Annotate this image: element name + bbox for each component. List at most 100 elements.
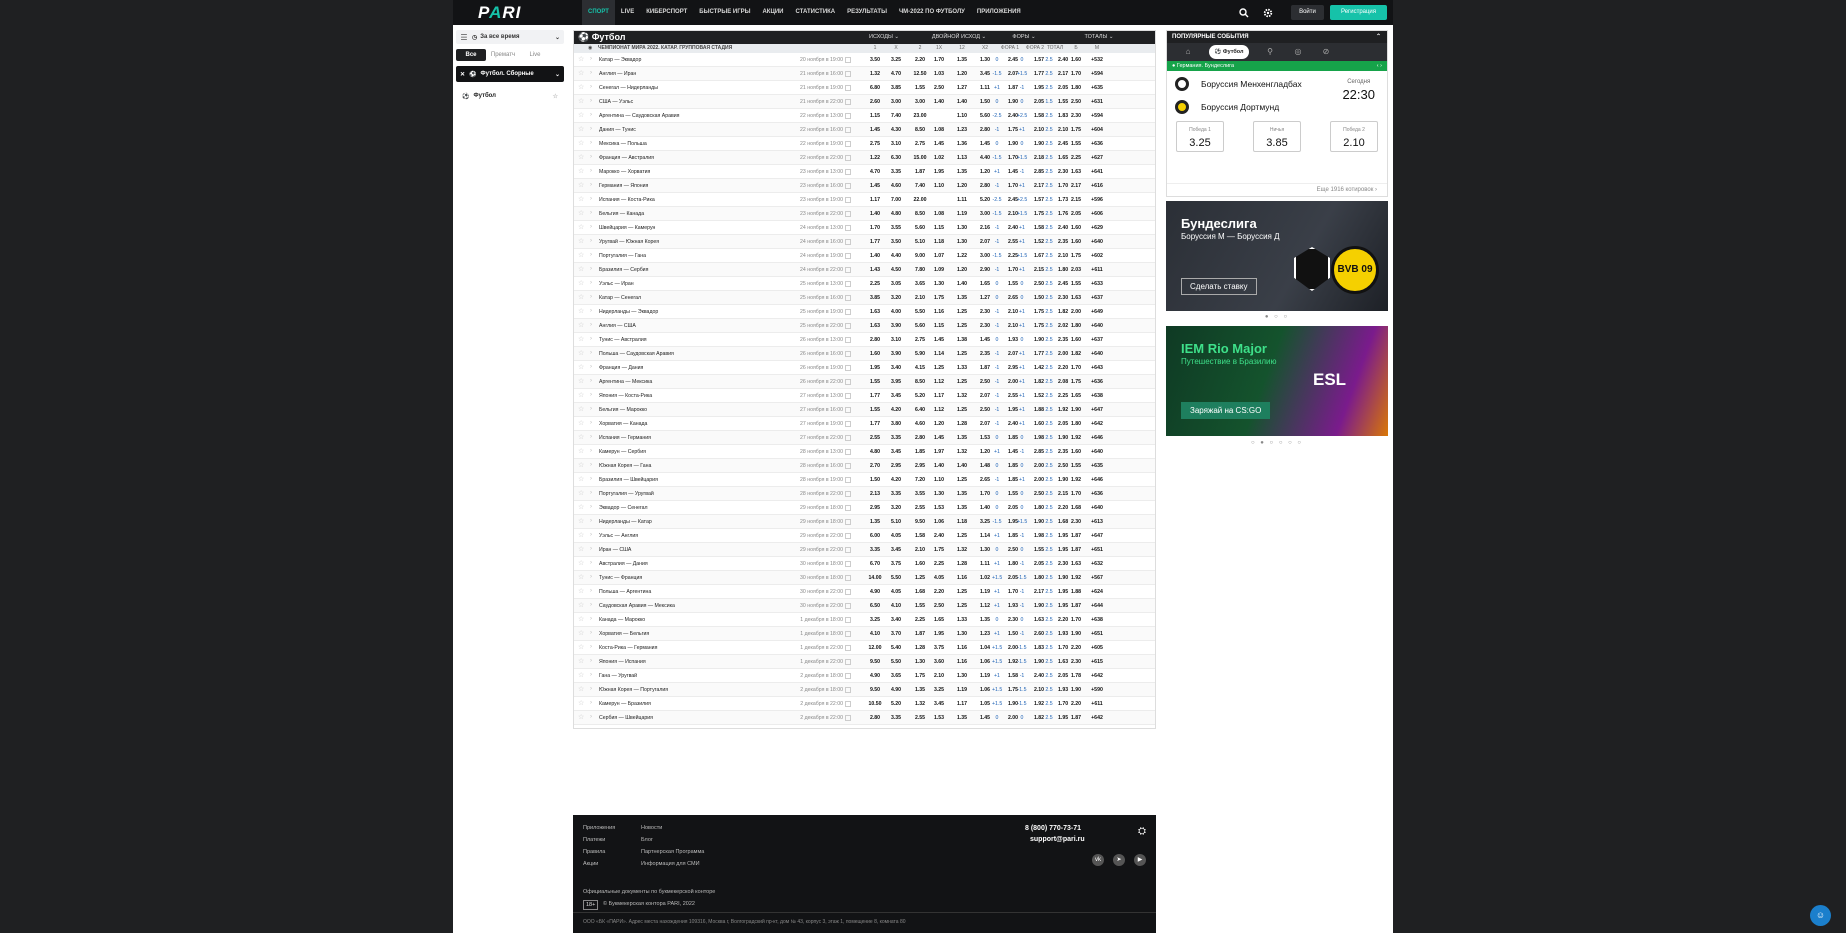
basketball-icon[interactable]: ◎ [1291,45,1305,59]
stats-icon[interactable] [845,239,851,245]
odds-cell[interactable]: 2.50 [1066,95,1086,109]
odds-cell[interactable]: 1.90 [1066,403,1086,417]
star-icon[interactable]: ☆ [578,56,584,63]
odds-cell[interactable]: 1.35 [953,53,971,67]
chevron-right-icon[interactable]: › [590,574,592,581]
odds-cell[interactable]: 1.75 [1066,123,1086,137]
odds-cell[interactable]: +606 [1088,207,1106,221]
chevron-right-icon[interactable]: › [590,420,592,427]
odds-cell[interactable]: 3.55 [910,487,930,501]
chevron-right-icon[interactable]: › [590,448,592,455]
odds-cell[interactable]: 1.32 [953,389,971,403]
odds-cell[interactable]: 1.35 [953,711,971,725]
match-name[interactable]: Испания — Германия [599,431,651,445]
register-button[interactable]: Регистрация [1330,5,1387,20]
stats-icon[interactable] [845,211,851,217]
table-row[interactable]: ☆ › Франция — Дания 26 ноября в 19:00 1.95 3.… [574,361,1155,375]
odds-cell[interactable]: 1.20 [953,179,971,193]
odds-cell[interactable]: 1.92 [1066,571,1086,585]
odds-cell[interactable]: 1.75 [910,669,930,683]
footer-link[interactable]: Блог [641,837,704,849]
odds-cell[interactable]: 1.80 [1066,319,1086,333]
odds-cell[interactable]: 2.03 [1066,263,1086,277]
home-icon[interactable]: ⌂ [1181,45,1195,59]
odds-cell[interactable]: 2.20 [1066,697,1086,711]
chevron-right-icon[interactable]: › [590,476,592,483]
odds-cell[interactable]: 3.35 [887,431,905,445]
stats-icon[interactable] [845,169,851,175]
odds-win2[interactable]: Победа 2 2.10 [1330,121,1378,152]
odds-cell[interactable]: +629 [1088,221,1106,235]
odds-cell[interactable]: 3.75 [887,557,905,571]
odds-cell[interactable]: 1.87 [1066,529,1086,543]
stats-icon[interactable] [845,309,851,315]
odds-cell[interactable]: 1.70 [1066,67,1086,81]
odds-cell[interactable]: 1.97 [930,445,948,459]
star-icon[interactable]: ☆ [578,210,584,217]
odds-cell[interactable]: 1.77 [866,417,884,431]
table-row[interactable]: ☆ › Нидерланды — Катар 29 ноября в 18:00 1.3… [574,515,1155,529]
odds-cell[interactable]: 1.35 [953,431,971,445]
odds-cell[interactable]: 2.10 [910,543,930,557]
odds-cell[interactable]: 3.40 [887,361,905,375]
stats-icon[interactable] [845,463,851,469]
chevron-right-icon[interactable]: › [590,196,592,203]
match-name[interactable]: Япония — Коста-Рика [599,389,652,403]
odds-cell[interactable]: +646 [1088,431,1106,445]
stats-icon[interactable] [845,589,851,595]
odds-cell[interactable]: 1.08 [930,123,948,137]
odds-cell[interactable]: 1.55 [1066,459,1086,473]
table-row[interactable]: ☆ › Австралия — Дания 30 ноября в 18:00 6.70… [574,557,1155,571]
odds-cell[interactable]: 3.55 [887,221,905,235]
odds-cell[interactable]: 2.30 [1066,515,1086,529]
match-name[interactable]: Катар — Сенегал [599,291,641,305]
star-icon[interactable]: ☆ [578,490,584,497]
table-row[interactable]: ☆ › Испания — Германия 27 ноября в 22:00 2.5… [574,431,1155,445]
odds-cell[interactable]: 1.38 [953,333,971,347]
odds-cell[interactable]: 1.70 [1066,487,1086,501]
odds-cell[interactable]: 2.00 [1066,305,1086,319]
match-name[interactable]: Марокко — Хорватия [599,165,650,179]
table-row[interactable]: ☆ › Нидерланды — Эквадор 25 ноября в 19:00 1… [574,305,1155,319]
match-name[interactable]: Бельгия — Марокко [599,403,647,417]
odds-cell[interactable]: 1.50 [866,473,884,487]
odds-cell[interactable]: 4.70 [866,165,884,179]
table-row[interactable]: ☆ › Уэльс — Иран 25 ноября в 13:00 2.25 3.05 3… [574,277,1155,291]
odds-cell[interactable]: 1.35 [953,487,971,501]
match-name[interactable]: Польша — Саудовская Аравия [599,347,674,361]
odds-cell[interactable]: 9.00 [910,249,930,263]
match-name[interactable]: Швейцария — Камерун [599,221,655,235]
match-name[interactable]: Польша — Аргентина [599,585,651,599]
stats-icon[interactable] [845,323,851,329]
odds-cell[interactable]: 1.80 [1066,81,1086,95]
table-row[interactable]: ☆ › Южная Корея — Португалия 2 декабря в 18… [574,683,1155,697]
odds-cell[interactable]: 1.22 [953,249,971,263]
odds-cell[interactable]: 1.30 [953,235,971,249]
odds-cell[interactable]: 1.33 [953,613,971,627]
table-row[interactable]: ☆ › Аргентина — Мексика 26 ноября в 22:00 1.… [574,375,1155,389]
odds-cell[interactable]: 1.95 [930,627,948,641]
odds-cell[interactable]: +640 [1088,347,1106,361]
odds-cell[interactable]: 5.10 [910,235,930,249]
odds-cell[interactable]: 3.45 [887,389,905,403]
match-name[interactable]: Англия — Иран [599,67,636,81]
star-icon[interactable]: ☆ [578,518,584,525]
odds-cell[interactable]: 1.55 [866,403,884,417]
stats-icon[interactable] [845,351,851,357]
odds-cell[interactable]: 7.80 [910,263,930,277]
match-name[interactable]: Япония — Испания [599,655,646,669]
telegram-icon[interactable]: ➤ [1113,854,1125,866]
odds-cell[interactable]: +635 [1088,81,1106,95]
star-icon[interactable]: ☆ [578,350,584,357]
stats-icon[interactable] [845,407,851,413]
odds-cell[interactable]: 1.60 [1066,333,1086,347]
match-name[interactable]: Хорватия — Канада [599,417,647,431]
popular-match[interactable]: Боруссия Менхенгладбах Боруссия Дортмунд… [1167,71,1387,119]
chevron-right-icon[interactable]: › [590,532,592,539]
stats-icon[interactable] [845,71,851,77]
chevron-right-icon[interactable]: › [590,462,592,469]
chevron-right-icon[interactable]: › [590,322,592,329]
odds-cell[interactable]: +640 [1088,319,1106,333]
odds-cell[interactable]: 1.18 [953,515,971,529]
chevron-up-icon[interactable]: ⌃ [1376,31,1381,43]
